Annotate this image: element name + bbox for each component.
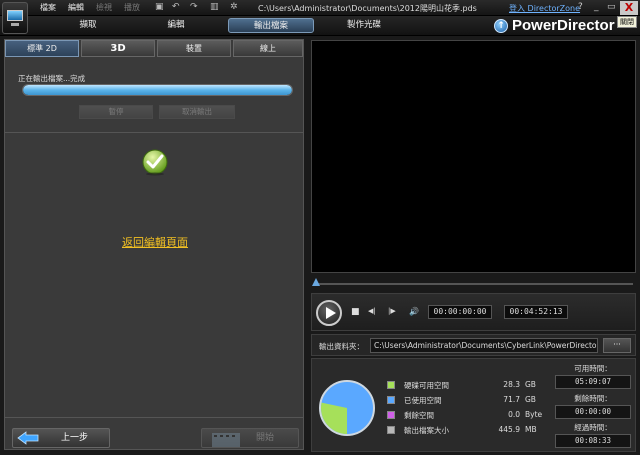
delete-icon[interactable]: ▥ xyxy=(210,2,219,12)
gear-icon[interactable]: ✲ xyxy=(230,2,238,12)
disk-usage-pie xyxy=(319,380,375,436)
progress-status: 正在輸出檔案...完成 xyxy=(18,74,86,83)
free-space-slice xyxy=(321,402,347,434)
previous-frame-icon[interactable]: ◀| xyxy=(368,307,376,315)
output-folder-row: 輸出資料夾： C:\Users\Administrator\Documents\… xyxy=(311,334,636,356)
legend-value-output: 445.9 xyxy=(498,425,520,434)
output-folder-field[interactable]: C:\Users\Administrator\Documents\CyberLi… xyxy=(370,338,598,353)
remaining-time-label: 剩餘時間： xyxy=(574,394,612,403)
brand-name: PowerDirector xyxy=(512,17,615,34)
tab-capture[interactable]: 擷取 xyxy=(50,18,126,33)
close-tooltip: 關閉 xyxy=(617,16,637,28)
next-frame-icon[interactable]: |▶ xyxy=(388,307,396,315)
disk-space-panel: 硬碟可用空間 28.3 GB 已使用空間 71.7 GB 剩餘空間 0.0 By… xyxy=(311,358,636,452)
legend-swatch-free xyxy=(387,381,395,389)
login-link[interactable]: 登入 DirectorZone xyxy=(509,3,580,14)
elapsed-time-label: 經過時間： xyxy=(574,423,612,432)
available-time-label: 可用時間： xyxy=(574,364,612,373)
tab-device[interactable]: 裝置 xyxy=(157,40,231,57)
help-button[interactable]: ? xyxy=(578,2,583,12)
start-button[interactable]: 開始 xyxy=(201,428,299,448)
previous-label: 上一步 xyxy=(61,433,89,443)
arrow-left-icon xyxy=(17,431,39,445)
menu-file[interactable]: 檔案 xyxy=(40,2,56,13)
tab-create-disc[interactable]: 製作光碟 xyxy=(326,18,402,33)
divider xyxy=(5,132,303,133)
available-time-value: 05:09:07 xyxy=(555,375,631,389)
legend-label-free: 硬碟可用空間 xyxy=(404,381,449,390)
upgrade-icon[interactable]: ↑ xyxy=(494,19,508,33)
legend-label-remaining: 剩餘空間 xyxy=(404,411,434,420)
browse-button[interactable]: ··· xyxy=(603,338,631,353)
check-icon xyxy=(142,149,168,176)
total-time: 00:04:52:13 xyxy=(504,305,568,319)
legend-unit-output: MB xyxy=(525,425,537,434)
legend-swatch-used xyxy=(387,396,395,404)
legend-unit-remaining: Byte xyxy=(525,410,543,419)
tab-produce[interactable]: 輸出檔案 xyxy=(228,18,314,33)
divider xyxy=(5,417,303,418)
produce-panel: 標準 2D 3D 裝置 線上 正在輸出檔案...完成 暫停 取消輸出 返回編輯頁… xyxy=(4,39,304,450)
remaining-time-value: 00:00:00 xyxy=(555,405,631,419)
legend-label-used: 已使用空間 xyxy=(404,396,442,405)
back-to-edit-link[interactable]: 返回編輯頁面 xyxy=(5,234,305,250)
progress-fill xyxy=(23,85,292,95)
legend-value-used: 71.7 xyxy=(503,395,520,404)
stop-icon[interactable]: ■ xyxy=(351,307,360,317)
scrubber-thumb[interactable] xyxy=(312,278,320,286)
maximize-button[interactable]: ▭ xyxy=(607,2,616,12)
volume-icon[interactable]: 🔊 xyxy=(409,307,419,316)
cancel-produce-button[interactable]: 取消輸出 xyxy=(159,105,235,119)
menu-view[interactable]: 檢視 xyxy=(96,2,112,13)
start-label: 開始 xyxy=(256,433,275,443)
project-path: C:\Users\Administrator\Documents\2012陽明山… xyxy=(258,4,477,13)
play-button[interactable] xyxy=(316,300,342,326)
tab-online[interactable]: 線上 xyxy=(233,40,303,57)
tab-standard-2d[interactable]: 標準 2D xyxy=(5,40,79,57)
elapsed-time-value: 00:08:33 xyxy=(555,434,631,448)
redo-icon[interactable]: ↷ xyxy=(190,2,198,12)
current-time: 00:00:00:00 xyxy=(428,305,492,319)
playback-controls: ■ ◀| |▶ 🔊 00:00:00:00 00:04:52:13 xyxy=(311,293,636,331)
title-bar: 檔案 編輯 檢視 播放 ▣ ↶ ↷ ▥ ✲ C:\Users\Administr… xyxy=(0,0,640,16)
undo-icon[interactable]: ↶ xyxy=(172,2,180,12)
tab-3d[interactable]: 3D xyxy=(81,40,155,57)
save-icon[interactable]: ▣ xyxy=(155,2,164,12)
minimize-button[interactable]: _ xyxy=(594,2,599,12)
previous-button[interactable]: 上一步 xyxy=(12,428,110,448)
film-icon xyxy=(212,433,240,447)
scrubber-track[interactable] xyxy=(316,283,633,285)
menu-play[interactable]: 播放 xyxy=(124,2,140,13)
legend-swatch-remaining xyxy=(387,411,395,419)
output-folder-label: 輸出資料夾： xyxy=(319,342,364,351)
timeline-scrubber[interactable] xyxy=(311,276,636,290)
legend-unit-used: GB xyxy=(525,395,536,404)
preview-window xyxy=(311,40,636,273)
close-button[interactable]: X xyxy=(620,1,638,15)
menu-edit[interactable]: 編輯 xyxy=(68,2,84,13)
legend-unit-free: GB xyxy=(525,380,536,389)
legend-label-output: 輸出檔案大小 xyxy=(404,426,449,435)
legend-value-free: 28.3 xyxy=(503,380,520,389)
progress-bar xyxy=(22,84,293,96)
legend-value-remaining: 0.0 xyxy=(508,410,520,419)
app-logo-icon xyxy=(2,2,28,34)
pause-button[interactable]: 暫停 xyxy=(79,105,153,119)
legend-swatch-output xyxy=(387,426,395,434)
tab-edit[interactable]: 編輯 xyxy=(138,18,214,33)
